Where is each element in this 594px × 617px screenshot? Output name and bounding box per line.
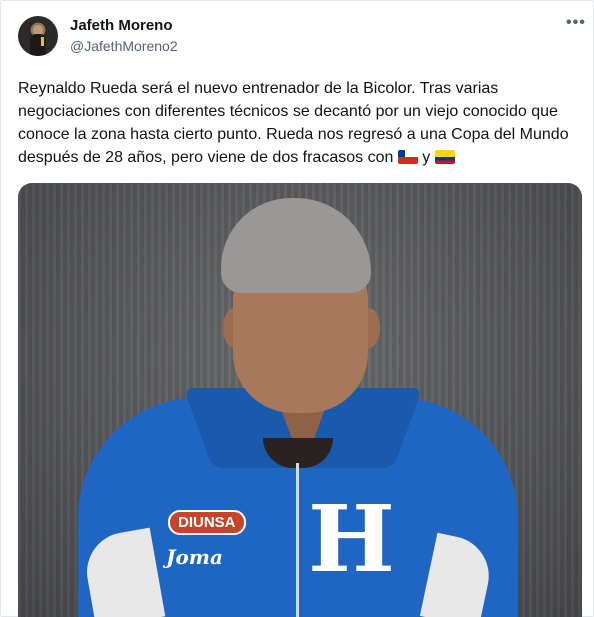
brand-badge: Joma [166, 545, 223, 569]
tweet-text-conjunction: y [417, 149, 435, 166]
tweet-text-main: Reynaldo Rueda será el nuevo entrenador … [18, 80, 569, 166]
author-name[interactable]: Jafeth Moreno [70, 17, 173, 34]
chest-letter: H [308, 485, 395, 593]
jacket-zipper [296, 463, 299, 617]
author-handle[interactable]: @JafethMoreno2 [70, 38, 178, 54]
tweet-photo[interactable]: DIUNSA Joma H [18, 183, 582, 617]
author-avatar[interactable] [18, 16, 58, 56]
sponsor-badge: DIUNSA [168, 510, 246, 535]
colombia-flag-icon [434, 150, 455, 164]
chile-flag-icon [397, 150, 418, 164]
microphone-icon [41, 37, 44, 46]
tweet-text: Reynaldo Rueda será el nuevo entrenador … [18, 77, 580, 169]
more-options-icon[interactable]: ••• [566, 15, 586, 31]
